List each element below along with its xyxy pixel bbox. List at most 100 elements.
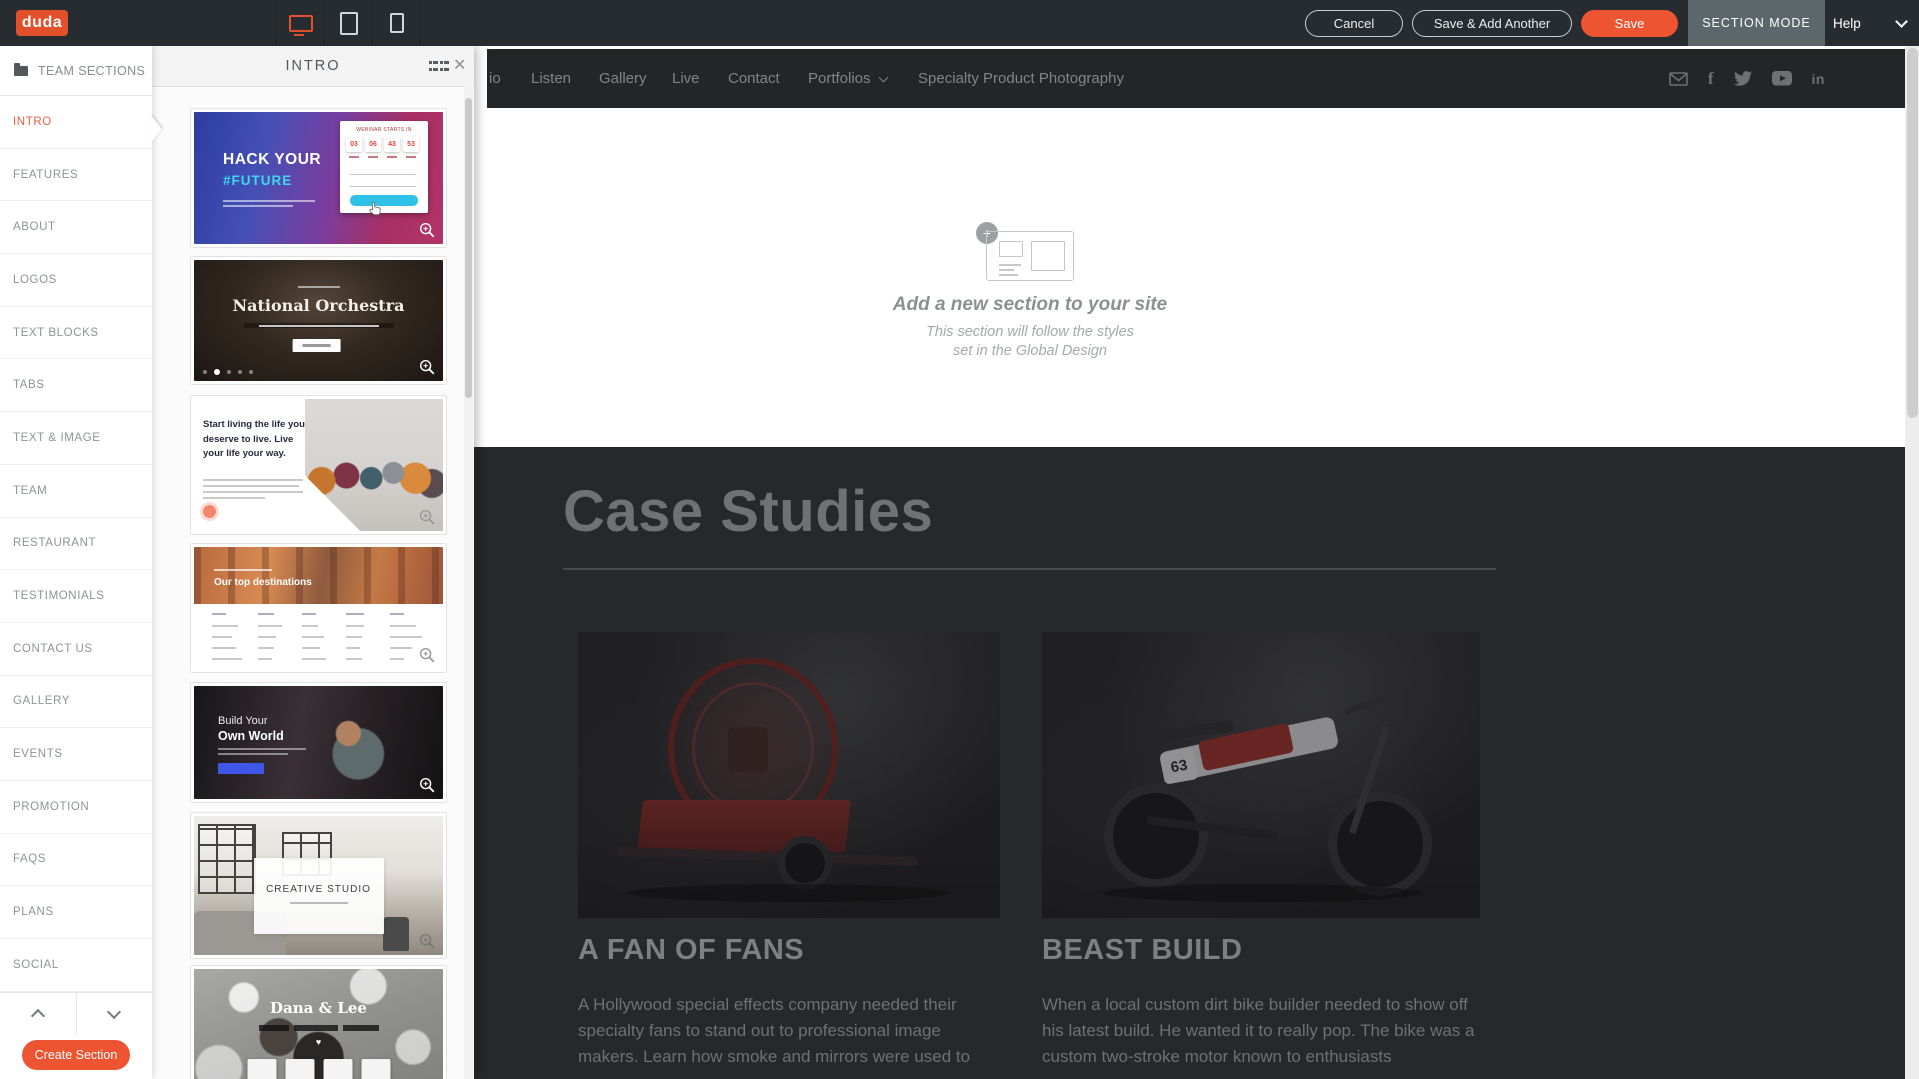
save-add-another-button[interactable]: Save & Add Another — [1412, 10, 1572, 37]
sidebar-item-testimonials[interactable]: TESTIMONIALS — [0, 570, 152, 623]
accent-dot — [203, 505, 216, 518]
dirt-bike-image: 63 — [1042, 632, 1480, 918]
layout-toggle-icon[interactable] — [429, 59, 449, 78]
thumb-heading: HACK YOUR — [223, 151, 321, 169]
create-section-button[interactable]: Create Section — [22, 1040, 130, 1070]
window — [198, 824, 256, 894]
case-card-title: BEAST BUILD — [1042, 934, 1242, 967]
sidebar-header-label: TEAM SECTIONS — [38, 64, 145, 78]
sidebar-header: TEAM SECTIONS — [0, 46, 152, 96]
zoom-preview-icon[interactable] — [418, 932, 436, 950]
sidebar-item-intro[interactable]: INTRO — [0, 96, 152, 149]
chevron-down-icon — [107, 1005, 121, 1019]
scroll-down-button[interactable] — [77, 993, 153, 1035]
zoom-preview-icon[interactable] — [418, 646, 436, 664]
template-thumb-start-living[interactable]: Start living the life you deserve to liv… — [190, 395, 447, 535]
close-icon[interactable]: ✕ — [453, 55, 466, 75]
chevron-down-icon — [878, 72, 888, 82]
scroll-up-button[interactable] — [0, 993, 77, 1035]
nav-item-listen[interactable]: Listen — [531, 49, 571, 108]
case-studies-section: Case Studies 63 — [474, 447, 1919, 1079]
heart-icon: ♥ — [194, 1037, 443, 1047]
site-nav: io Listen Gallery Live Contact Portfolio… — [487, 49, 1905, 108]
facebook-icon[interactable]: f — [1708, 69, 1714, 89]
sidebar-item-promotion[interactable]: PROMOTION — [0, 781, 152, 834]
email-icon[interactable] — [1669, 72, 1688, 86]
sidebar-item-logos[interactable]: LOGOS — [0, 254, 152, 307]
street-photo — [194, 547, 443, 604]
mobile-view-button[interactable] — [372, 0, 421, 46]
sidebar-item-social[interactable]: SOCIAL — [0, 939, 152, 992]
zoom-preview-icon[interactable] — [418, 508, 436, 526]
webinar-card: WEBINAR STARTS IN 03 06 43 53 — [340, 121, 428, 213]
template-thumb-creative-studio[interactable]: CREATIVE STUDIO — [190, 812, 447, 959]
sidebar-item-restaurant[interactable]: RESTAURANT — [0, 518, 152, 571]
nav-item-contact[interactable]: Contact — [728, 49, 780, 108]
template-thumb-top-destinations[interactable]: Our top destinations — [190, 543, 447, 673]
template-thumb-hack-your-future[interactable]: HACK YOUR #FUTURE WEBINAR STARTS IN 03 0… — [190, 108, 447, 248]
help-menu[interactable]: Help — [1833, 0, 1861, 46]
sidebar-item-text-image[interactable]: TEXT & IMAGE — [0, 412, 152, 465]
tablet-view-button[interactable] — [324, 0, 372, 46]
fan-machine-image — [578, 632, 1000, 918]
sidebar-item-text-blocks[interactable]: TEXT BLOCKS — [0, 307, 152, 360]
sidebar-item-about[interactable]: ABOUT — [0, 201, 152, 254]
case-card-title: A FAN OF FANS — [578, 934, 804, 967]
section-placeholder-icon — [986, 231, 1074, 281]
thumb-title: Our top destinations — [214, 577, 312, 588]
page-scrollbar[interactable] — [1905, 46, 1919, 1079]
zoom-preview-icon[interactable] — [418, 358, 436, 376]
nav-item-io[interactable]: io — [489, 49, 501, 108]
nav-item-specialty[interactable]: Specialty Product Photography — [918, 49, 1124, 108]
sidebar-item-gallery[interactable]: GALLERY — [0, 676, 152, 729]
case-card-text: When a local custom dirt bike builder ne… — [1042, 992, 1494, 1070]
thumb-button — [218, 763, 264, 774]
thumb-title: National Orchestra — [194, 296, 443, 315]
thumb-heading: Start living the life you deserve to liv… — [203, 418, 311, 462]
nav-item-gallery[interactable]: Gallery — [599, 49, 647, 108]
save-button[interactable]: Save — [1581, 10, 1678, 37]
panel-header: INTRO ✕ — [152, 46, 474, 87]
zoom-preview-icon[interactable] — [418, 776, 436, 794]
sidebar-item-plans[interactable]: PLANS — [0, 886, 152, 939]
panel-scrollbar[interactable] — [464, 86, 473, 1079]
sidebar-item-team[interactable]: TEAM — [0, 465, 152, 518]
duda-logo[interactable]: duda — [16, 10, 68, 36]
carousel-dots — [203, 369, 253, 375]
linkedin-icon[interactable]: in — [1812, 71, 1825, 87]
signup-button — [350, 195, 418, 206]
nav-item-portfolios[interactable]: Portfolios — [808, 49, 887, 108]
device-switcher — [276, 0, 421, 46]
cancel-button[interactable]: Cancel — [1305, 10, 1403, 37]
section-title: Case Studies — [563, 478, 933, 545]
twitter-icon[interactable] — [1734, 71, 1752, 86]
template-thumb-national-orchestra[interactable]: National Orchestra — [190, 256, 447, 385]
thumb-subheading: #FUTURE — [223, 173, 292, 188]
zoom-preview-icon[interactable] — [418, 221, 436, 239]
sidebar-item-tabs[interactable]: TABS — [0, 359, 152, 412]
template-thumb-dana-lee[interactable]: Dana & Lee ♥ — [190, 965, 447, 1079]
sidebar-item-contact-us[interactable]: CONTACT US — [0, 623, 152, 676]
top-bar: duda Cancel Save & Add Another Save SECT… — [0, 0, 1919, 46]
thumb-tagline-bar — [244, 323, 394, 328]
countdown-timer: 03 06 43 53 — [346, 136, 419, 152]
section-mode-badge: SECTION MODE — [1688, 0, 1825, 46]
sidebar-item-events[interactable]: EVENTS — [0, 728, 152, 781]
desktop-icon — [289, 15, 313, 32]
add-section-subtitle-line2: set in the Global Design — [850, 343, 1210, 359]
sidebar-item-faqs[interactable]: FAQS — [0, 834, 152, 887]
active-item-notch — [151, 115, 162, 143]
template-thumb-build-your-own-world[interactable]: Build Your Own World — [190, 682, 447, 803]
site-preview: io Listen Gallery Live Contact Portfolio… — [474, 46, 1919, 1079]
desktop-view-button[interactable] — [276, 0, 324, 46]
panel-scrollbar-thumb[interactable] — [465, 98, 472, 398]
chevron-up-icon — [31, 1009, 45, 1023]
tablet-icon — [340, 12, 358, 35]
youtube-icon[interactable] — [1772, 71, 1792, 86]
chevron-down-icon[interactable] — [1895, 15, 1908, 28]
case-card-text: A Hollywood special effects company need… — [578, 992, 978, 1070]
mobile-icon — [390, 13, 404, 33]
nav-item-live[interactable]: Live — [672, 49, 700, 108]
page-scrollbar-thumb[interactable] — [1907, 48, 1918, 418]
sidebar-item-features[interactable]: FEATURES — [0, 149, 152, 202]
